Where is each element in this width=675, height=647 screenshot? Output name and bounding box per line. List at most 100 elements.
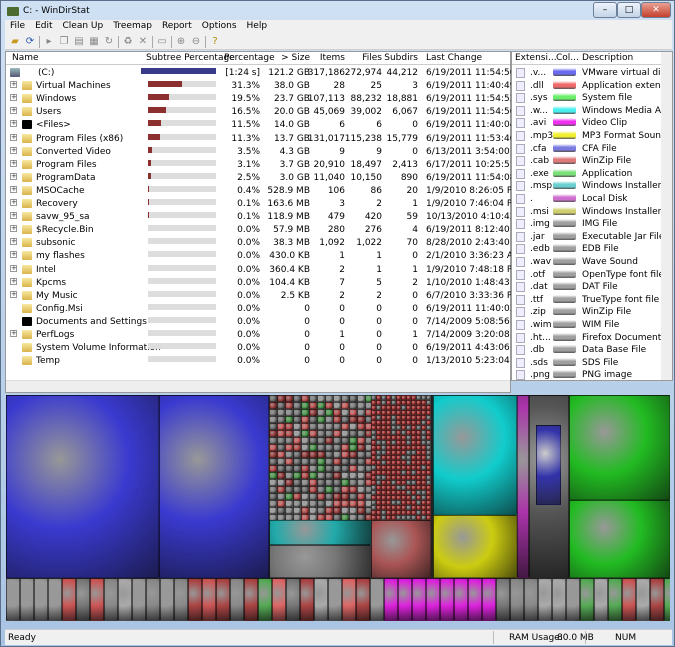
treemap-tile[interactable] [277, 465, 285, 472]
treemap-tile[interactable] [76, 578, 90, 621]
treemap-tile[interactable] [454, 578, 468, 621]
extension-row[interactable]: .mp3 MP3 Format Sound [512, 130, 672, 143]
extension-row[interactable]: .edb EDB File [512, 243, 672, 256]
treemap-tile[interactable] [293, 451, 301, 458]
treemap-tile[interactable] [309, 451, 317, 458]
treemap-tile[interactable] [301, 430, 309, 437]
expand-toggle[interactable]: + [10, 238, 17, 246]
treemap-tile[interactable] [333, 416, 341, 423]
treemap-tile-vmdk[interactable] [6, 395, 159, 578]
treemap-tile[interactable] [277, 395, 285, 402]
treemap-tile[interactable] [314, 578, 328, 621]
treemap-tile[interactable] [333, 409, 341, 416]
vertical-scrollbar[interactable] [661, 52, 672, 380]
treemap-tile[interactable] [301, 458, 309, 465]
treemap-tile[interactable] [277, 479, 285, 486]
expand-toggle[interactable]: + [10, 146, 17, 154]
menu-edit[interactable]: Edit [30, 20, 57, 34]
treemap-tile[interactable] [325, 500, 333, 507]
treemap-tile[interactable] [277, 416, 285, 423]
treemap-tile[interactable] [341, 402, 349, 409]
expand-toggle[interactable]: + [10, 159, 17, 167]
table-row[interactable]: + ProgramData 2.5% 3.0 GB 11,040 10,150 890 6/1… [6, 172, 531, 185]
treemap-tile[interactable] [301, 500, 309, 507]
treemap-tile[interactable] [341, 479, 349, 486]
extension-row[interactable]: .msi Windows Installer Pacl [512, 206, 672, 219]
treemap-tile[interactable] [349, 430, 357, 437]
treemap-tile[interactable] [269, 493, 277, 500]
treemap-tile[interactable] [269, 520, 371, 545]
treemap-tile[interactable] [285, 409, 293, 416]
treemap-tile[interactable] [342, 578, 356, 621]
treemap-tile[interactable] [285, 451, 293, 458]
menu-help[interactable]: Help [242, 20, 273, 34]
treemap-tile[interactable] [317, 486, 325, 493]
treemap-tile[interactable] [349, 416, 357, 423]
treemap-tile[interactable] [277, 423, 285, 430]
treemap-tile[interactable] [325, 444, 333, 451]
treemap-tile[interactable] [269, 395, 277, 402]
treemap-tile[interactable] [333, 458, 341, 465]
treemap-tile[interactable] [357, 458, 365, 465]
treemap-tile[interactable] [333, 430, 341, 437]
treemap-tile[interactable] [293, 416, 301, 423]
treemap-tile[interactable] [333, 423, 341, 430]
treemap-tile[interactable] [301, 472, 309, 479]
treemap-tile[interactable] [285, 479, 293, 486]
treemap-tile[interactable] [569, 395, 670, 500]
treemap-tile[interactable] [188, 578, 202, 621]
treemap-tile[interactable] [6, 578, 20, 621]
treemap-tile[interactable] [622, 578, 636, 621]
treemap-tile[interactable] [293, 507, 301, 514]
treemap-tile[interactable] [174, 578, 188, 621]
treemap-tile[interactable] [277, 472, 285, 479]
treemap-tile[interactable] [333, 493, 341, 500]
table-row[interactable]: + Kpcms 0.0% 104.4 KB 7 5 2 1/10/2010 1:48:43 A… [6, 277, 527, 290]
treemap-tile[interactable] [293, 500, 301, 507]
extension-row[interactable]: .ttf TrueType font file [512, 294, 672, 307]
table-row[interactable]: + Users 16.5% 20.0 GB 45,069 39,002 6,067 6/19/… [6, 106, 531, 119]
treemap-tile[interactable] [317, 423, 325, 430]
treemap-tile[interactable] [349, 444, 357, 451]
treemap-tile[interactable] [349, 507, 357, 514]
col-extension[interactable]: Extensi... [515, 53, 557, 63]
extension-row[interactable]: .msp Windows Installer Patc [512, 180, 672, 193]
treemap-tile[interactable] [285, 437, 293, 444]
treemap-tile[interactable] [357, 430, 365, 437]
treemap-tile[interactable] [160, 578, 174, 621]
treemap-tile[interactable] [272, 578, 286, 621]
treemap-tile[interactable] [333, 486, 341, 493]
treemap-tile[interactable] [325, 472, 333, 479]
treemap-tile[interactable] [269, 465, 277, 472]
treemap-tile[interactable] [580, 578, 594, 621]
properties-icon[interactable]: ▭ [156, 36, 168, 48]
table-row[interactable]: + my flashes 0.0% 430.0 KB 1 1 0 2/1/2010 3:36:… [6, 250, 521, 263]
treemap-tile[interactable] [317, 458, 325, 465]
treemap-tile[interactable] [333, 402, 341, 409]
treemap-tile[interactable] [517, 395, 529, 578]
treemap-tile[interactable] [357, 444, 365, 451]
treemap-tile[interactable] [341, 465, 349, 472]
menu-clean-up[interactable]: Clean Up [58, 20, 109, 34]
treemap-tile[interactable] [20, 578, 34, 621]
table-row[interactable]: + <Files> 11.5% 14.0 GB 6 6 0 6/19/2011 11:40:0… [6, 119, 531, 132]
treemap-tile[interactable] [285, 493, 293, 500]
zoom-in-icon[interactable]: ⊕ [175, 36, 187, 48]
treemap-tile[interactable] [244, 578, 258, 621]
treemap-tile[interactable] [317, 451, 325, 458]
treemap-tile[interactable] [333, 479, 341, 486]
treemap-tile[interactable] [285, 507, 293, 514]
expand-toggle[interactable]: + [10, 133, 17, 141]
expand-toggle[interactable]: + [10, 277, 17, 285]
table-row[interactable]: + Converted Video 3.5% 4.3 GB 9 9 0 6/13/2011 3… [6, 146, 526, 159]
treemap-tile[interactable] [285, 395, 293, 402]
extension-row[interactable]: .jar Executable Jar File [512, 231, 672, 244]
table-row[interactable]: + Intel 0.0% 360.4 KB 2 1 1 1/9/2010 7:48:18 PM [6, 264, 520, 277]
zoom-out-icon[interactable]: ⊖ [190, 36, 202, 48]
treemap-tile[interactable] [269, 479, 277, 486]
treemap-tile[interactable] [433, 515, 517, 578]
treemap-tile[interactable] [293, 402, 301, 409]
treemap-tile[interactable] [62, 578, 76, 621]
treemap-tile[interactable] [325, 451, 333, 458]
treemap-tile[interactable] [333, 500, 341, 507]
